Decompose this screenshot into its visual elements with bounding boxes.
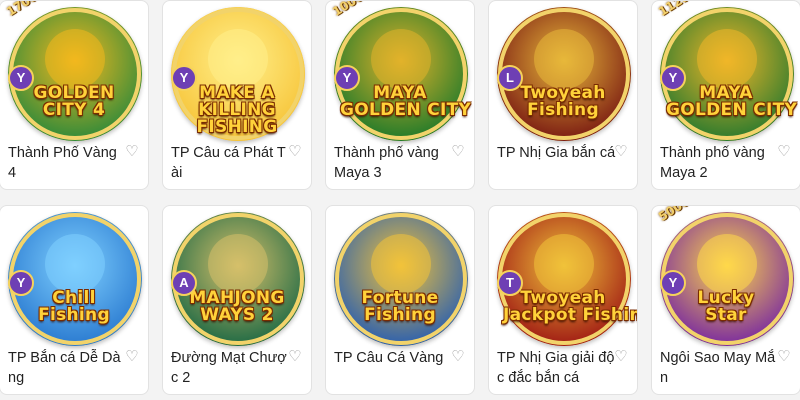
favorite-heart-icon[interactable]: ♡	[450, 349, 466, 365]
provider-badge: Y	[660, 270, 686, 296]
favorite-heart-icon[interactable]: ♡	[613, 349, 629, 365]
provider-badge: Y	[660, 65, 686, 91]
game-card[interactable]: 1125xYMAYAGOLDEN CITY 2Thành phố vàng Ma…	[651, 0, 800, 190]
game-name: Thành phố vàng Maya 3	[334, 145, 439, 181]
game-card[interactable]: 1700x Y GOLDEN CITY 4 Thành Phố Vàng 4 ♡	[0, 0, 149, 190]
game-name: TP Nhị Gia bắn cá	[497, 145, 616, 161]
game-name: TP Bắn cá Dễ Dàng	[8, 350, 121, 386]
game-card[interactable]: L Twoyeah Fishing TP Nhị Gia bắn cá ♡	[488, 0, 638, 190]
game-name: TP Câu cá Phát Tài	[171, 145, 286, 181]
logo-line: Fishing	[527, 100, 599, 120]
game-name: Đường Mạt Chược 2	[171, 350, 287, 386]
game-thumbnail[interactable]	[334, 212, 468, 346]
favorite-heart-icon[interactable]: ♡	[776, 144, 792, 160]
game-name: Thành phố vàng Maya 2	[660, 145, 765, 181]
game-logo-text: MAYAGOLDEN CITY 2	[666, 85, 800, 120]
provider-badge: T	[497, 270, 523, 296]
game-name: TP Nhị Gia giải độc đắc bắn cá	[497, 350, 615, 386]
game-card[interactable]: 1000x Y MAYA GOLDEN CITY 3 Thành phố vàng Ma…	[325, 0, 475, 190]
game-card[interactable]: TTwoyeahJackpot Fishing TP Nhị Gia giải đ…	[488, 205, 638, 395]
game-logo-text: Fortune Fishing	[340, 290, 460, 324]
favorite-heart-icon[interactable]: ♡	[450, 144, 466, 160]
game-card[interactable]: Fortune Fishing TP Câu Cá Vàng ♡	[325, 205, 475, 395]
game-logo-text: Chill Fishing	[14, 290, 134, 324]
favorite-heart-icon[interactable]: ♡	[287, 144, 303, 160]
provider-badge: Y	[334, 65, 360, 91]
game-card[interactable]: Y Chill Fishing TP Bắn cá Dễ Dàng ♡	[0, 205, 149, 395]
game-name: TP Câu Cá Vàng	[334, 350, 444, 366]
favorite-heart-icon[interactable]: ♡	[287, 349, 303, 365]
favorite-heart-icon[interactable]: ♡	[776, 349, 792, 365]
logo-line: Fishing	[364, 305, 436, 325]
favorite-heart-icon[interactable]: ♡	[124, 349, 140, 365]
logo-line: FISHING	[196, 117, 278, 137]
logo-line: GOLDEN CITY 3	[340, 100, 475, 120]
logo-line: GOLDEN CITY 2	[666, 100, 800, 120]
game-card[interactable]: A MAHJONG WAYS 2 Đường Mạt Chược 2 ♡	[162, 205, 312, 395]
logo-line: Star	[705, 305, 747, 325]
logo-line: WAYS 2	[200, 305, 274, 325]
provider-badge: L	[497, 65, 523, 91]
logo-line: Jackpot Fishing	[503, 305, 637, 325]
game-card[interactable]: Y MAKE A KILLING FISHING TP Câu cá Phát Tài ♡	[162, 0, 312, 190]
game-logo-text: Lucky Star	[666, 290, 786, 324]
favorite-heart-icon[interactable]: ♡	[124, 144, 140, 160]
provider-badge: A	[171, 270, 197, 296]
game-logo-text: GOLDEN CITY 4	[14, 85, 134, 119]
provider-badge: Y	[8, 270, 34, 296]
game-logo-text: MAKE A KILLING FISHING	[177, 85, 297, 136]
game-logo-text: MAHJONG WAYS 2	[177, 290, 297, 324]
game-name: Ngôi Sao May Mắn	[660, 350, 776, 386]
logo-line: CITY 4	[42, 100, 106, 120]
provider-badge: Y	[8, 65, 34, 91]
game-name: Thành Phố Vàng 4	[8, 145, 117, 181]
favorite-heart-icon[interactable]: ♡	[613, 144, 629, 160]
game-logo-text: MAYA GOLDEN CITY 3	[340, 85, 475, 120]
game-logo-text: Twoyeah Fishing	[503, 85, 623, 119]
game-logo-text: TwoyeahJackpot Fishing	[503, 290, 637, 325]
logo-line: Fishing	[38, 305, 110, 325]
game-card[interactable]: 5000x Y Lucky Star Ngôi Sao May Mắn ♡	[651, 205, 800, 395]
provider-badge: Y	[171, 65, 197, 91]
game-grid: 1700x Y GOLDEN CITY 4 Thành Phố Vàng 4 ♡ Y MAK…	[0, 0, 800, 400]
